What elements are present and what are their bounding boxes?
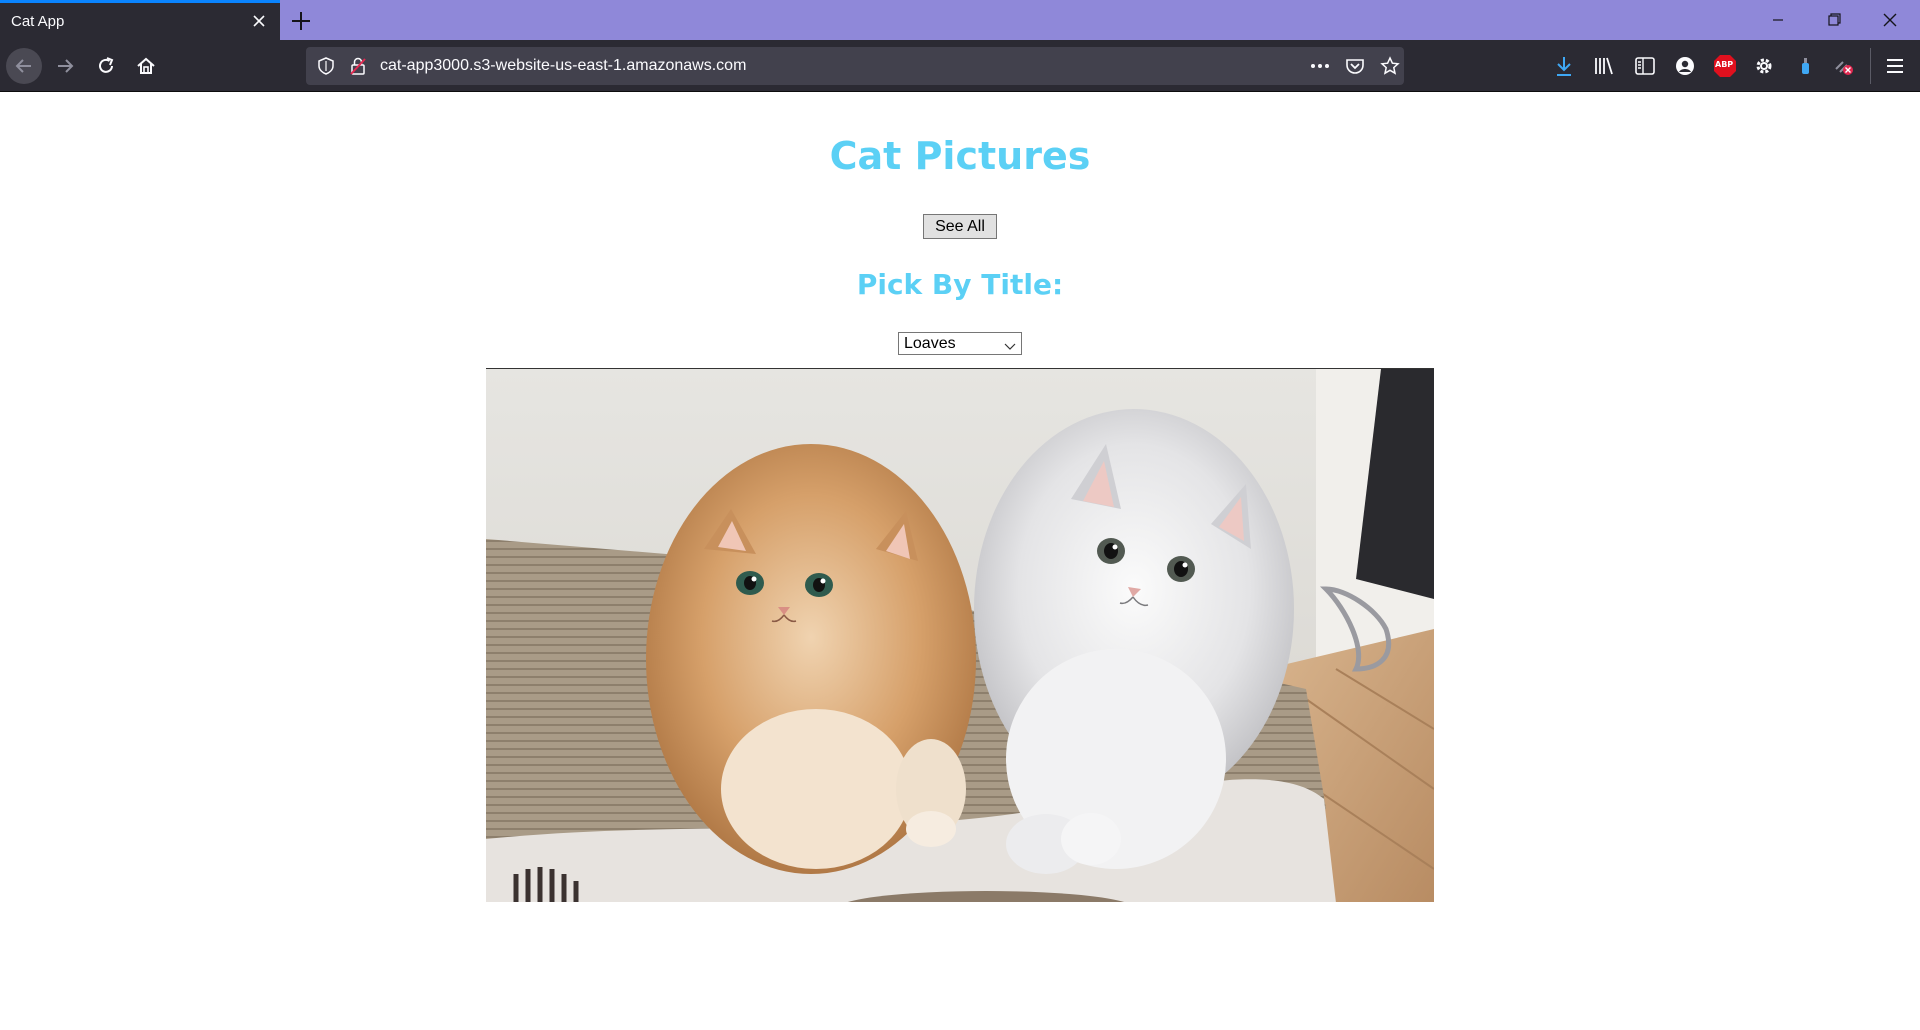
chevron-down-icon: [1004, 338, 1016, 356]
navigation-toolbar: cat-app3000.s3-website-us-east-1.amazona…: [0, 40, 1920, 92]
cat-photo: [486, 368, 1434, 902]
close-icon[interactable]: [248, 10, 270, 32]
tab-cat-app[interactable]: Cat App: [0, 0, 280, 40]
account-icon[interactable]: [1674, 55, 1696, 81]
see-all-button[interactable]: See All: [923, 214, 997, 239]
minimize-icon[interactable]: [1758, 6, 1798, 34]
shield-icon[interactable]: [317, 57, 335, 79]
toolbar-divider: [1870, 48, 1871, 84]
title-select[interactable]: Loaves: [898, 332, 1022, 355]
insecure-lock-icon[interactable]: [349, 57, 367, 79]
back-icon[interactable]: [6, 48, 42, 84]
url-text[interactable]: cat-app3000.s3-website-us-east-1.amazona…: [380, 57, 746, 75]
home-icon[interactable]: [128, 48, 164, 84]
star-icon[interactable]: [1380, 56, 1400, 80]
extension-icon[interactable]: [1796, 55, 1814, 81]
adblock-badge: ABP: [1715, 60, 1734, 69]
extension-icon-2[interactable]: [1833, 55, 1855, 81]
close-window-icon[interactable]: [1870, 6, 1910, 34]
tab-strip: Cat App: [0, 0, 1920, 40]
restore-icon[interactable]: [1814, 6, 1854, 34]
more-icon[interactable]: [1309, 56, 1331, 80]
download-icon[interactable]: [1554, 55, 1574, 81]
pick-by-title-heading: Pick By Title:: [856, 268, 1064, 301]
plus-icon[interactable]: [287, 7, 315, 35]
sidebar-icon[interactable]: [1634, 55, 1656, 81]
tab-title: Cat App: [11, 13, 65, 30]
menu-icon[interactable]: [1884, 55, 1906, 81]
reload-icon[interactable]: [88, 48, 124, 84]
page-title: Cat Pictures: [829, 134, 1091, 178]
adblock-icon[interactable]: ABP: [1713, 54, 1737, 82]
url-bar[interactable]: cat-app3000.s3-website-us-east-1.amazona…: [306, 47, 1404, 85]
library-icon[interactable]: [1593, 55, 1615, 81]
title-select-value: Loaves: [904, 335, 956, 352]
orange-cat: [646, 444, 976, 874]
forward-icon[interactable]: [47, 48, 83, 84]
gear-icon[interactable]: [1753, 55, 1775, 81]
pocket-icon[interactable]: [1345, 56, 1365, 80]
page-content: Cat Pictures See All Pick By Title: Loav…: [0, 92, 1920, 1030]
